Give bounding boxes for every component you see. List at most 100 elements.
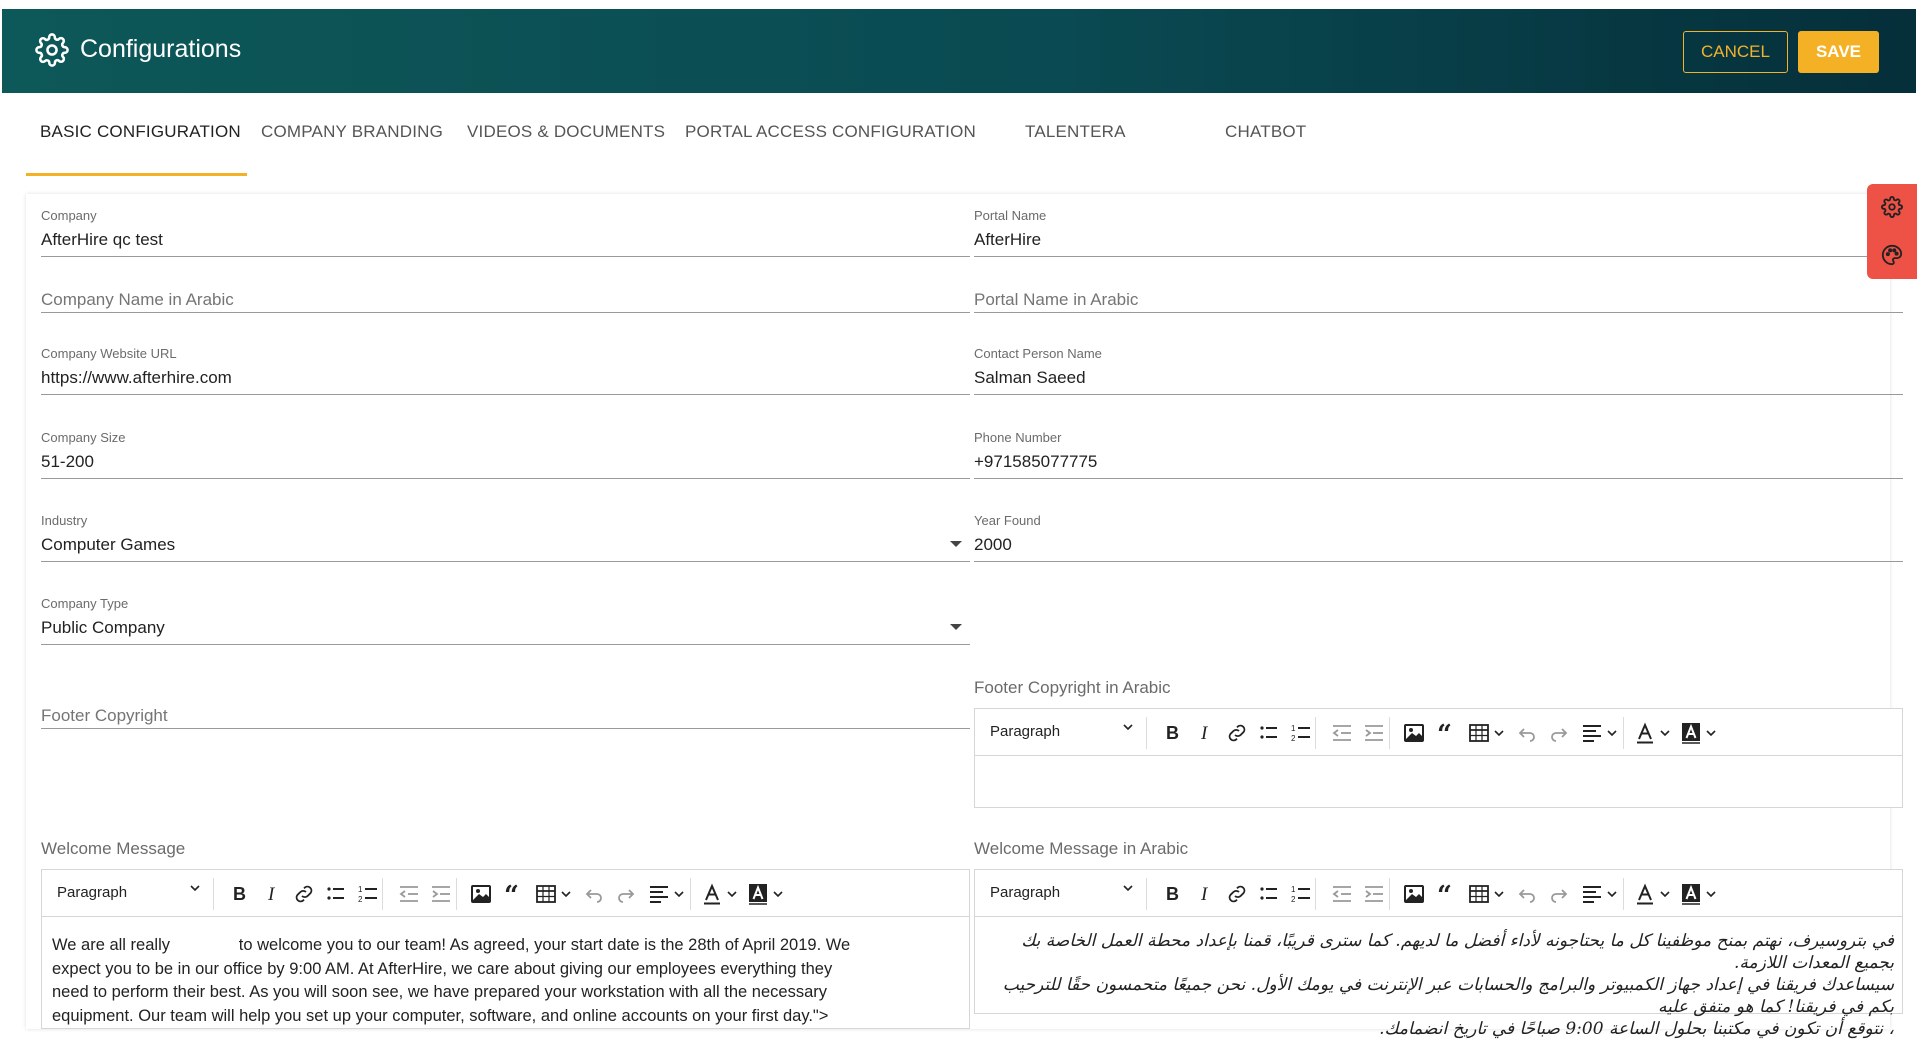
image-icon[interactable]: [469, 882, 493, 906]
italic-icon[interactable]: I: [260, 882, 284, 906]
chevron-down-icon[interactable]: [673, 888, 685, 900]
table-icon[interactable]: [534, 882, 558, 906]
redo-icon[interactable]: [614, 882, 638, 906]
company-type-select[interactable]: Company Type Public Company: [41, 596, 970, 646]
undo-icon[interactable]: [582, 882, 606, 906]
align-icon[interactable]: [647, 882, 671, 906]
toolbar-separator: [1146, 878, 1147, 910]
bold-icon[interactable]: B: [1161, 882, 1185, 906]
font-background-color-icon[interactable]: [1679, 721, 1703, 745]
italic-icon[interactable]: I: [1193, 721, 1217, 745]
save-button[interactable]: SAVE: [1798, 31, 1879, 73]
image-icon[interactable]: [1402, 721, 1426, 745]
chevron-down-icon[interactable]: [1705, 727, 1717, 739]
chevron-down-icon[interactable]: [950, 541, 962, 547]
redo-icon[interactable]: [1547, 721, 1571, 745]
indent-icon[interactable]: [1362, 721, 1386, 745]
footer-copyright-input[interactable]: Footer Copyright: [41, 706, 970, 730]
paragraph-style-dropdown[interactable]: Paragraph: [57, 884, 127, 901]
chevron-down-icon[interactable]: [1606, 888, 1618, 900]
font-color-icon[interactable]: [1633, 882, 1657, 906]
outdent-icon[interactable]: [1330, 721, 1354, 745]
numbered-list-icon[interactable]: 12: [1289, 882, 1313, 906]
field-underline: [974, 478, 1903, 479]
link-icon[interactable]: [292, 882, 316, 906]
align-icon[interactable]: [1580, 882, 1604, 906]
chevron-down-icon[interactable]: [1659, 727, 1671, 739]
welcome-message-arabic-content[interactable]: في بتروسيرف، نهتم بمنح موظفينا كل ما يحت…: [983, 930, 1894, 1040]
chevron-down-icon[interactable]: [1493, 888, 1505, 900]
italic-icon[interactable]: I: [1193, 882, 1217, 906]
contact-person-field[interactable]: Contact Person Name Salman Saeed: [974, 346, 1903, 396]
portal-name-arabic-input[interactable]: Portal Name in Arabic: [974, 290, 1903, 314]
quote-icon[interactable]: “: [1435, 721, 1459, 745]
chevron-down-icon[interactable]: [772, 888, 784, 900]
company-field[interactable]: Company AfterHire qc test: [41, 208, 970, 258]
svg-text:B: B: [1166, 723, 1179, 743]
paragraph-style-dropdown[interactable]: Paragraph: [990, 884, 1060, 901]
indent-icon[interactable]: [1362, 882, 1386, 906]
quote-icon[interactable]: “: [1435, 882, 1459, 906]
tab-company-branding[interactable]: COMPANY BRANDING: [261, 122, 443, 142]
image-icon[interactable]: [1402, 882, 1426, 906]
tab-basic-configuration[interactable]: BASIC CONFIGURATION: [40, 122, 241, 142]
phone-number-field[interactable]: Phone Number +971585077775: [974, 430, 1903, 480]
tab-videos-documents[interactable]: VIDEOS & DOCUMENTS: [467, 122, 665, 142]
chevron-down-icon[interactable]: [1493, 727, 1505, 739]
redo-icon[interactable]: [1547, 882, 1571, 906]
chevron-down-icon[interactable]: [950, 624, 962, 630]
toolbar-separator: [1623, 717, 1624, 749]
chevron-down-icon[interactable]: [1606, 727, 1618, 739]
chevron-down-icon[interactable]: [1122, 882, 1134, 894]
tab-talentera[interactable]: TALENTERA: [1025, 122, 1126, 142]
cancel-button[interactable]: CANCEL: [1683, 31, 1788, 73]
numbered-list-icon[interactable]: 12: [356, 882, 380, 906]
tab-chatbot[interactable]: CHATBOT: [1225, 122, 1306, 142]
bulleted-list-icon[interactable]: [1257, 721, 1281, 745]
table-icon[interactable]: [1467, 882, 1491, 906]
quote-icon[interactable]: “: [502, 882, 526, 906]
bold-icon[interactable]: B: [1161, 721, 1185, 745]
tab-portal-access-configuration[interactable]: PORTAL ACCESS CONFIGURATION: [685, 122, 976, 142]
year-found-field[interactable]: Year Found 2000: [974, 513, 1903, 563]
link-icon[interactable]: [1225, 721, 1249, 745]
bulleted-list-icon[interactable]: [1257, 882, 1281, 906]
undo-icon[interactable]: [1515, 721, 1539, 745]
numbered-list-icon[interactable]: 12: [1289, 721, 1313, 745]
chevron-down-icon[interactable]: [189, 882, 201, 894]
portal-name-field[interactable]: Portal Name AfterHire: [974, 208, 1903, 258]
bulleted-list-icon[interactable]: [324, 882, 348, 906]
font-background-color-icon[interactable]: [746, 882, 770, 906]
font-color-icon[interactable]: [1633, 721, 1657, 745]
align-icon[interactable]: [1580, 721, 1604, 745]
bold-icon[interactable]: B: [228, 882, 252, 906]
gear-icon[interactable]: [1881, 196, 1903, 218]
chevron-down-icon[interactable]: [1705, 888, 1717, 900]
outdent-icon[interactable]: [397, 882, 421, 906]
chevron-down-icon[interactable]: [1659, 888, 1671, 900]
palette-icon[interactable]: [1881, 244, 1903, 266]
font-color-icon[interactable]: [700, 882, 724, 906]
welcome-message-content[interactable]: We are all really to welcome you to our …: [52, 934, 850, 1028]
font-background-color-icon[interactable]: [1679, 882, 1703, 906]
table-icon[interactable]: [1467, 721, 1491, 745]
link-icon[interactable]: [1225, 882, 1249, 906]
outdent-icon[interactable]: [1330, 882, 1354, 906]
paragraph-style-dropdown[interactable]: Paragraph: [990, 723, 1060, 740]
footer-copyright-arabic-editor[interactable]: Paragraph B I 1 2 “: [974, 708, 1903, 808]
chevron-down-icon[interactable]: [560, 888, 572, 900]
welcome-message-editor[interactable]: Paragraph B I 1 2 “ We are all really to welc…: [41, 869, 970, 1029]
chevron-down-icon[interactable]: [726, 888, 738, 900]
chevron-down-icon[interactable]: [1122, 721, 1134, 733]
toolbar-separator: [213, 878, 214, 910]
svg-text:2: 2: [358, 895, 363, 904]
company-website-field[interactable]: Company Website URL https://www.afterhir…: [41, 346, 970, 396]
welcome-message-arabic-editor[interactable]: Paragraph B I 1 2 “ في بتروسيرف، نهتم بمنح مو…: [974, 869, 1903, 1039]
industry-value: Computer Games: [41, 535, 176, 554]
company-value: AfterHire qc test: [41, 230, 163, 249]
undo-icon[interactable]: [1515, 882, 1539, 906]
company-name-arabic-input[interactable]: Company Name in Arabic: [41, 290, 970, 314]
indent-icon[interactable]: [429, 882, 453, 906]
company-size-field[interactable]: Company Size 51-200: [41, 430, 970, 480]
industry-select[interactable]: Industry Computer Games: [41, 513, 970, 563]
